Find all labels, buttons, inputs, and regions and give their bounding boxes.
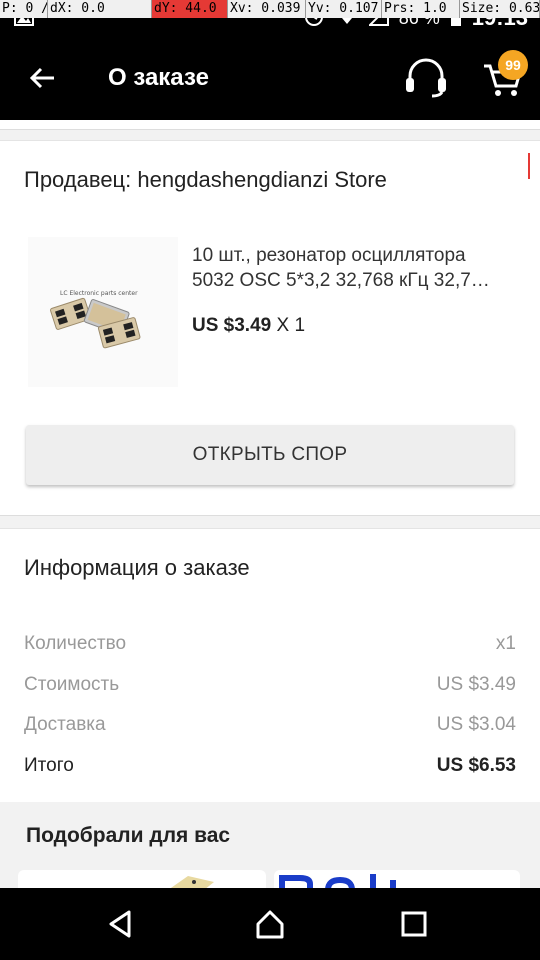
back-arrow-icon[interactable] <box>24 60 60 96</box>
product-title-line-1: 10 шт., резонатор осциллятора <box>192 245 466 266</box>
order-info-card: Информация о заказе Количество x1 Стоимо… <box>0 528 540 802</box>
debug-pointer: P: 0 / 1 <box>0 0 48 18</box>
recommendation-card[interactable] <box>274 870 520 890</box>
headset-icon[interactable] <box>402 56 450 100</box>
info-row-label: Стоимость <box>24 674 120 695</box>
recommendations-title: Подобрали для вас <box>26 824 231 847</box>
info-row-value: US $6.53 <box>436 755 516 776</box>
order-item-card: Продавец: hengdashengdianzi Store LC Ele… <box>0 140 540 516</box>
status-bar: 86 % 19:13 P: 0 / 1 dX: 0.0 dY: 44.0 Xv:… <box>0 0 540 36</box>
debug-xv: Xv: 0.039 <box>228 0 306 18</box>
system-nav-bar <box>0 888 540 960</box>
page-title: О заказе <box>108 64 209 91</box>
debug-yv: Yv: 0.107 <box>306 0 382 18</box>
product-price: US $3.49 <box>192 315 272 336</box>
open-dispute-button[interactable]: ОТКРЫТЬ СПОР <box>26 425 514 485</box>
debug-dx: dX: 0.0 <box>48 0 152 18</box>
nav-back-icon[interactable] <box>98 904 142 944</box>
info-row-label: Доставка <box>24 714 106 735</box>
debug-prs: Prs: 1.0 <box>382 0 460 18</box>
previous-card-edge <box>0 120 540 130</box>
info-row-label: Итого <box>24 755 74 776</box>
red-indicator <box>528 153 530 179</box>
debug-dy: dY: 44.0 <box>152 0 228 18</box>
info-row-cost: Стоимость US $3.49 <box>24 674 516 696</box>
order-info-title: Информация о заказе <box>24 555 250 580</box>
info-row-shipping: Доставка US $3.04 <box>24 714 516 736</box>
screen: 86 % 19:13 P: 0 / 1 dX: 0.0 dY: 44.0 Xv:… <box>0 0 540 960</box>
price-quantity: US $3.49 X 1 <box>192 315 305 337</box>
product-thumbnail[interactable]: LC Electronic parts center <box>28 237 178 387</box>
cart-count-badge: 99 <box>498 50 528 80</box>
product-title[interactable]: 10 шт., резонатор осциллятора 5032 OSC 5… <box>192 243 520 293</box>
product-quantity: X 1 <box>276 315 306 336</box>
app-bar: О заказе <box>0 36 540 120</box>
info-row-quantity: Количество x1 <box>24 633 516 655</box>
debug-size: Size: 0.63 <box>460 0 540 18</box>
info-row-value: US $3.49 <box>436 674 516 695</box>
seller-name[interactable]: Продавец: hengdashengdianzi Store <box>24 167 387 193</box>
nav-home-icon[interactable] <box>248 904 292 944</box>
recommendation-card[interactable] <box>18 870 266 890</box>
info-row-value: x1 <box>495 633 516 654</box>
product-title-line-2: 5032 OSC 5*3,2 32,768 кГц 32,7… <box>192 270 490 291</box>
info-row-value: US $3.04 <box>436 714 516 735</box>
info-row-total: Итого US $6.53 <box>24 755 516 777</box>
info-row-label: Количество <box>24 633 127 654</box>
pointer-debug-overlay: P: 0 / 1 dX: 0.0 dY: 44.0 Xv: 0.039 Yv: … <box>0 0 540 18</box>
nav-recents-icon[interactable] <box>392 904 436 944</box>
thumbnail-caption: LC Electronic parts center <box>60 290 138 297</box>
